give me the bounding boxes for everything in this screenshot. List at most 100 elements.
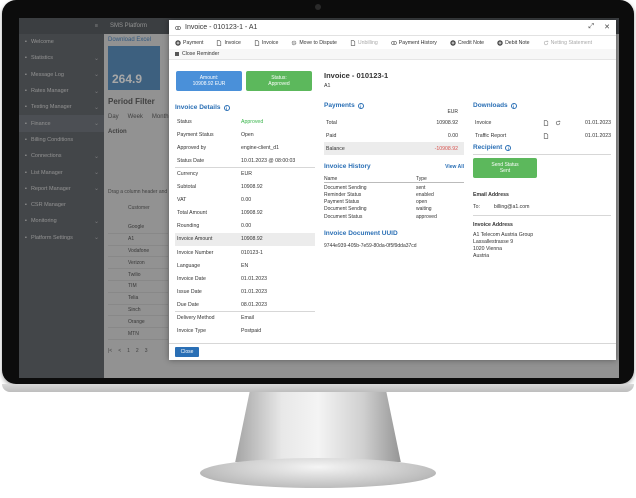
document-icon[interactable]: [543, 119, 555, 126]
monitor-stand: [235, 392, 401, 462]
document-icon: [216, 39, 222, 46]
document-icon: [254, 39, 260, 46]
address-line: 1020 Vienna: [473, 246, 503, 253]
detail-row: Payment Status Open: [175, 128, 315, 141]
payment-row: Paid 0.00: [324, 129, 464, 142]
monitor-chin: [2, 384, 634, 392]
view-all-link[interactable]: View All: [445, 164, 464, 170]
invoice-heading-block: Invoice - 010123-1 A1: [324, 71, 388, 89]
download-row: Invoice 01.01.2023: [473, 116, 611, 129]
detail-key: Status: [177, 118, 192, 125]
history-header-name: Name: [324, 176, 338, 182]
close-reminder-button[interactable]: Close Reminder: [182, 51, 219, 57]
detail-key: Invoice Number: [177, 249, 214, 256]
recipient-title: Recipient i: [473, 144, 611, 151]
toolbar-debit-note-button[interactable]: Debit Note: [497, 40, 530, 46]
info-icon[interactable]: i: [223, 104, 230, 111]
detail-row: Invoice Number 010123-1: [175, 246, 315, 259]
detail-value: engine-client_d1: [241, 144, 280, 151]
email-value[interactable]: billing@a1.com: [494, 204, 530, 210]
amount-value: 10908.92 EUR: [192, 81, 226, 87]
detail-key: Status Date: [177, 157, 205, 164]
expand-icon[interactable]: ⤢: [589, 23, 595, 31]
toolbar-netting-statement-button[interactable]: Netting Statement: [543, 39, 593, 46]
payment-key: Total: [326, 119, 337, 126]
document-icon[interactable]: [543, 132, 555, 139]
info-icon[interactable]: i: [505, 144, 512, 151]
divider: [473, 215, 611, 216]
close-reminder-bar[interactable]: Close Reminder: [169, 49, 616, 60]
history-header-row: Name Type: [324, 176, 464, 183]
invoice-subheading: A1: [324, 83, 331, 89]
plus-circle-icon: [175, 39, 181, 46]
payment-value: 10908.92: [436, 119, 458, 126]
uuid-section: Invoice Document UUID 9744e939-405b-7e59…: [324, 230, 474, 249]
table-row: Document Status approved: [324, 213, 464, 220]
payment-row: Balance -10908.92: [324, 142, 464, 155]
address-line: Lassallestrasse 9: [473, 239, 514, 246]
toolbar-credit-note-button[interactable]: Credit Note: [450, 40, 484, 46]
toolbar-label: Payment History: [398, 39, 437, 46]
toolbar-label: Move to Dispute: [299, 39, 337, 46]
toolbar-label: Netting Statement: [550, 39, 593, 46]
history-type: enabled: [416, 191, 434, 198]
camera-icon: [315, 4, 321, 10]
close-button[interactable]: Close: [175, 347, 199, 357]
plus-circle-icon: [450, 39, 456, 46]
detail-value: Postpaid: [241, 328, 262, 335]
refresh-icon[interactable]: [555, 120, 571, 126]
toolbar-label: Invoice: [261, 39, 279, 46]
download-name: Traffic Report: [475, 132, 507, 139]
address-block: Invoice Address A1 Telecom Austria Group…: [473, 222, 611, 260]
info-icon[interactable]: i: [510, 102, 517, 109]
toolbar-invoice-button[interactable]: Invoice: [216, 39, 241, 46]
detail-key: Due Date: [177, 301, 199, 308]
toolbar-move-to-dispute-button[interactable]: Move to Dispute: [291, 39, 337, 46]
eye-icon: [175, 25, 181, 31]
history-name: Reminder Status: [324, 191, 362, 198]
document-icon: [350, 39, 356, 46]
toolbar-label: Unbilling: [357, 39, 378, 46]
modal-header: Invoice - 010123-1 - A1 ⤢ ✕: [169, 20, 616, 36]
payment-key: Balance: [326, 145, 345, 152]
send-status-value: Sent: [499, 168, 511, 174]
downloads-section: Downloads i: [473, 102, 611, 109]
detail-row: Language EN: [175, 259, 315, 272]
detail-value: EN: [241, 262, 249, 269]
detail-value: Open: [241, 131, 254, 138]
detail-key: Subtotal: [177, 184, 197, 190]
detail-key: Invoice Date: [177, 275, 206, 282]
payment-key: Paid: [326, 132, 337, 139]
email-address-label: Email Address: [473, 192, 509, 198]
detail-value: EUR: [241, 170, 252, 177]
toolbar-label: Debit Note: [505, 39, 530, 46]
toolbar-payment-history-button[interactable]: Payment History: [390, 39, 437, 46]
detail-key: Language: [177, 262, 201, 269]
downloads-title: Downloads i: [473, 102, 611, 109]
info-icon[interactable]: i: [357, 102, 364, 109]
detail-value: 10.01.2023 @ 08:00:03: [241, 157, 296, 164]
detail-key: Delivery Method: [177, 315, 215, 321]
toolbar-payment-button[interactable]: Payment: [175, 40, 203, 46]
toolbar-label: Payment: [183, 39, 204, 46]
footer-divider: [169, 343, 616, 344]
divider: [473, 154, 611, 155]
screen: ≡ ▪ Welcome ▪ Statistics ⌄ ▪ Message Log ⌄ ▪ Rate…: [19, 18, 619, 378]
toolbar-invoice-button[interactable]: Invoice: [254, 40, 278, 46]
close-icon[interactable]: ✕: [604, 23, 610, 31]
invoice-details-section: Invoice Details i: [175, 104, 230, 111]
email-block: Email Address To: billing@a1.com: [473, 192, 611, 210]
toolbar-unbilling-button[interactable]: Unbilling: [350, 40, 378, 46]
plus-circle-icon: [497, 39, 503, 46]
invoice-history-title-text: Invoice History: [324, 163, 371, 170]
detail-key: VAT: [177, 197, 187, 204]
payment-row: Total 10908.92: [324, 116, 464, 129]
detail-value: Approved: [241, 118, 264, 125]
toolbar-label: Invoice: [224, 39, 241, 46]
detail-row: VAT 0.00: [175, 194, 315, 207]
download-row: Traffic Report 01.01.2023: [473, 129, 611, 142]
detail-key: Currency: [177, 170, 199, 177]
detail-key: Approved by: [177, 144, 207, 151]
detail-value: 01.01.2023: [241, 288, 267, 295]
detail-key: Total Amount: [177, 210, 207, 217]
